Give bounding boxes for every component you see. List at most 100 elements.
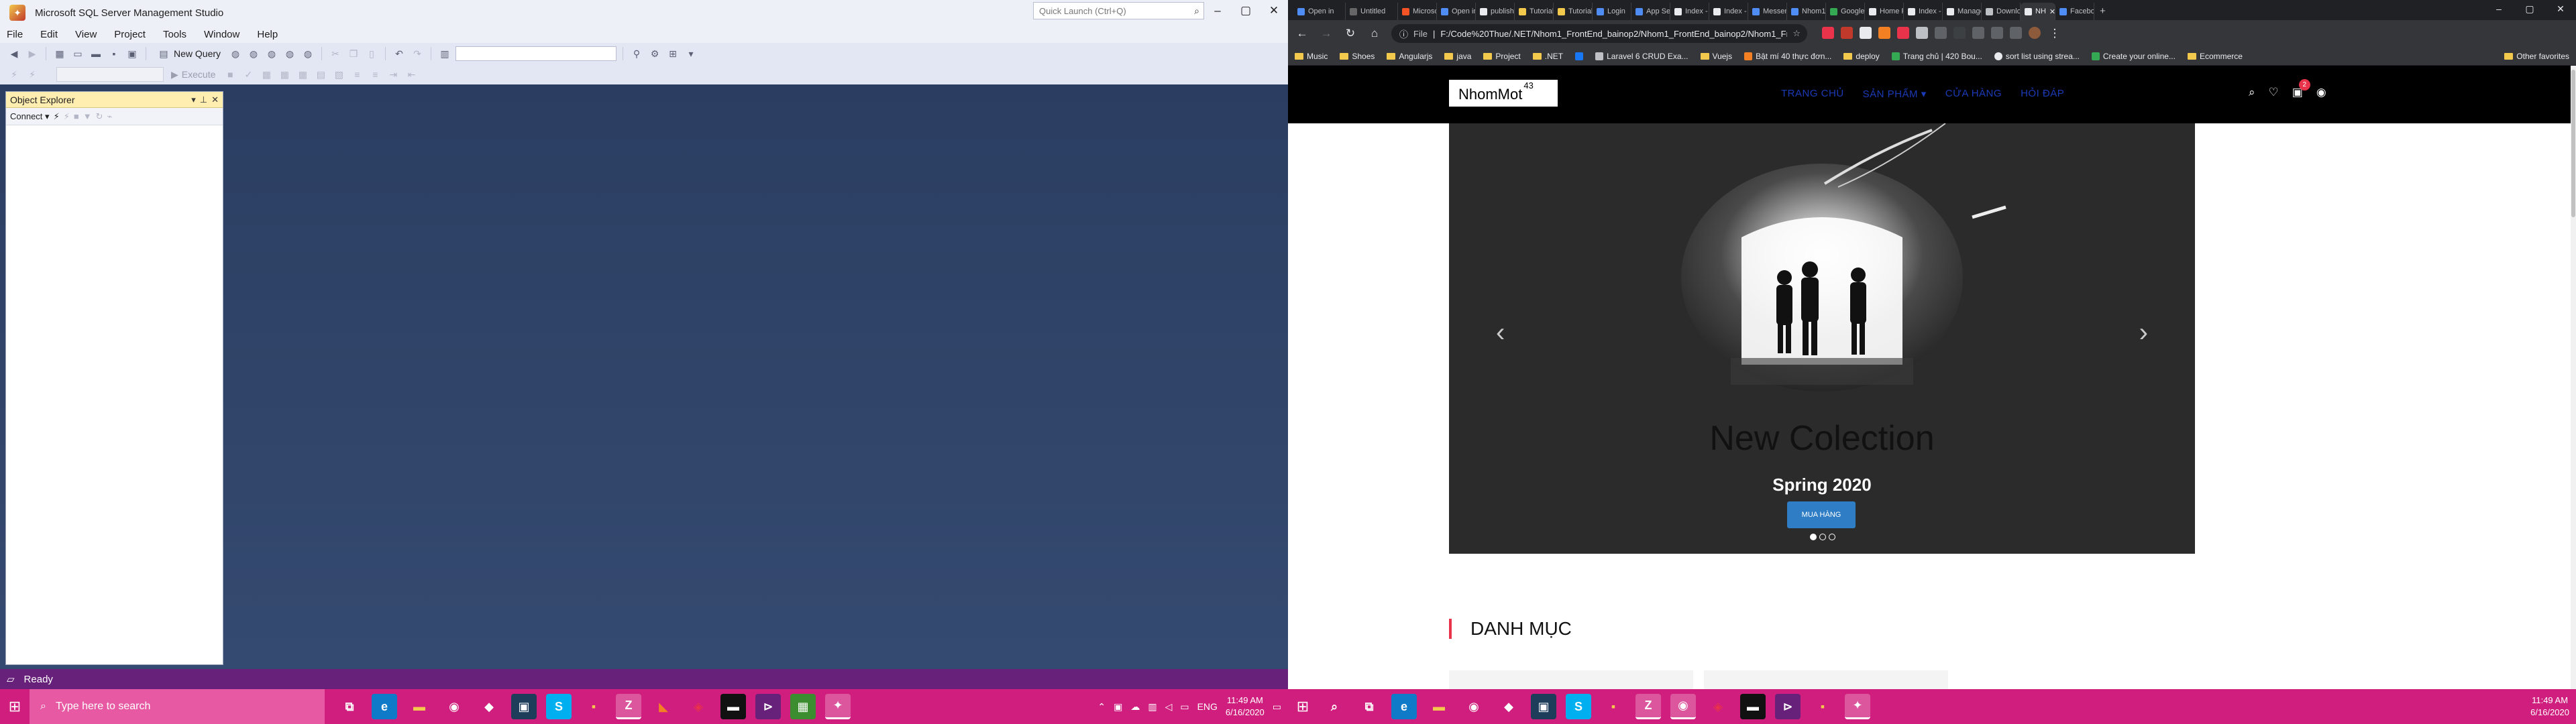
tab[interactable]: Manage — [1943, 3, 1982, 20]
bookmark-folder[interactable]: Project — [1483, 52, 1521, 61]
search-icon[interactable]: ⌕ — [1322, 694, 1347, 719]
extension-icon[interactable] — [1841, 27, 1853, 39]
chrome-icon[interactable]: ◉ — [1461, 694, 1487, 719]
category-card[interactable] — [1704, 670, 1948, 689]
connect-plug-icon[interactable]: ⚡ — [54, 111, 60, 122]
stop-square-icon[interactable]: ■ — [74, 111, 79, 121]
file-explorer-icon[interactable]: ▬ — [407, 694, 432, 719]
panel-close-icon[interactable]: ✕ — [211, 95, 219, 105]
back-icon[interactable]: ◀ — [7, 47, 21, 60]
omnibox[interactable]: ⓘ File | F:/Code%20Thue/.NET/Nhom1_Front… — [1391, 24, 1807, 43]
bookmark-link[interactable]: sort list using strea... — [1994, 52, 2080, 61]
query-db-icon[interactable]: ◍ — [228, 47, 243, 60]
nav-products[interactable]: SẢN PHẨM ▾ — [1863, 88, 1927, 100]
task-view-icon[interactable]: ⧉ — [337, 694, 362, 719]
carousel-dot[interactable] — [1810, 534, 1817, 540]
results-text-icon[interactable]: ▤ — [313, 68, 328, 81]
chrome-maximize-button[interactable]: ▢ — [2514, 0, 2545, 17]
tab-close-icon[interactable]: ✕ — [2049, 7, 2055, 16]
tab[interactable]: Downlo — [1982, 3, 2021, 20]
indent-icon[interactable]: ⇥ — [386, 68, 400, 81]
find-icon[interactable]: ⚲ — [629, 47, 644, 60]
scrollbar-thumb[interactable] — [2571, 70, 2575, 217]
tab[interactable]: Tutorial — [1554, 3, 1593, 20]
carousel-dot[interactable] — [1819, 534, 1826, 540]
extension-icon[interactable] — [1897, 27, 1909, 39]
bookmark-folder[interactable]: Angularjs — [1387, 52, 1432, 61]
tab[interactable]: Nhom1 — [1787, 3, 1826, 20]
new-file-icon[interactable]: ▭ — [70, 47, 85, 60]
menu-file[interactable]: File — [7, 29, 23, 40]
activity-monitor-icon[interactable]: ▥ — [437, 47, 452, 60]
extension-icon[interactable] — [1916, 27, 1928, 39]
menu-window[interactable]: Window — [204, 29, 239, 40]
cut-icon[interactable]: ✂ — [328, 47, 343, 60]
tab[interactable]: Untitled — [1346, 3, 1398, 20]
bookmark-star-icon[interactable]: ☆ — [1792, 28, 1801, 39]
sticky-notes-icon[interactable]: ▪ — [1601, 694, 1626, 719]
windows-start-button[interactable]: ⊞ — [0, 689, 30, 724]
toolbox-icon[interactable]: ⊞ — [665, 47, 680, 60]
query-analysis-icon[interactable]: ◍ — [246, 47, 261, 60]
home-icon[interactable]: ⌂ — [1367, 27, 1382, 40]
chrome-icon[interactable]: ◉ — [441, 694, 467, 719]
close-button[interactable]: ✕ — [1260, 0, 1288, 23]
cart-icon[interactable]: ▣ 2 — [2292, 79, 2310, 99]
heart-icon[interactable]: ♡ — [2269, 86, 2279, 99]
results-file-icon[interactable]: ▧ — [331, 68, 346, 81]
notification-icon[interactable]: ▭ — [1273, 701, 1281, 713]
volume-icon[interactable]: ◁ — [1165, 701, 1173, 713]
zalo-icon[interactable]: Z — [616, 694, 641, 719]
menu-tools[interactable]: Tools — [163, 29, 186, 40]
onedrive-icon[interactable]: ☁ — [1130, 701, 1140, 713]
category-card[interactable] — [1449, 670, 1693, 689]
tab[interactable]: Index - — [1904, 3, 1943, 20]
terminal-icon[interactable]: ▣ — [1531, 694, 1556, 719]
reload-icon[interactable]: ↻ — [1343, 27, 1358, 40]
edge-icon[interactable]: e — [1391, 694, 1417, 719]
refresh-icon[interactable]: ↻ — [96, 111, 103, 122]
bookmark-link[interactable]: Laravel 6 CRUD Exa... — [1595, 52, 1688, 61]
extension-icon[interactable] — [1878, 27, 1890, 39]
tray-chevron-icon[interactable]: ⌃ — [1097, 701, 1106, 713]
database-dropdown[interactable] — [56, 67, 164, 82]
info-icon[interactable]: ⓘ — [1399, 27, 1408, 40]
redo-icon[interactable]: ↷ — [410, 47, 425, 60]
ssms-taskbar-icon[interactable]: ✦ — [825, 694, 851, 719]
taskbar-search-box[interactable]: ⌕ Type here to search — [30, 689, 325, 724]
bookmark-link[interactable]: Trang chủ | 420 Bou... — [1891, 52, 1982, 61]
tab[interactable]: Index - — [1670, 3, 1709, 20]
zalo-icon[interactable]: Z — [1635, 694, 1661, 719]
windows-start-button[interactable]: ⊞ — [1288, 689, 1318, 724]
panel-dropdown-icon[interactable]: ▾ — [191, 95, 196, 105]
back-arrow-icon[interactable]: ← — [1295, 27, 1309, 40]
bookmark-folder[interactable]: java — [1444, 52, 1471, 61]
stop-icon[interactable]: ■ — [223, 68, 237, 81]
clock[interactable]: 11:49 AM 6/16/2020 — [2530, 695, 2569, 719]
task-view-icon[interactable]: ⧉ — [1356, 694, 1382, 719]
forward-icon[interactable]: ▶ — [25, 47, 40, 60]
menu-help[interactable]: Help — [257, 29, 278, 40]
tab[interactable]: Home P — [1865, 3, 1904, 20]
language-indicator[interactable]: ENG — [1197, 701, 1218, 712]
skype-icon[interactable]: S — [1566, 694, 1591, 719]
new-tab-button[interactable]: + — [2094, 3, 2111, 20]
disconnect-icon[interactable]: ⚡ — [25, 68, 40, 81]
nav-faq[interactable]: HỎI ĐÁP — [2021, 88, 2064, 100]
properties-icon[interactable]: ⚙ — [647, 47, 662, 60]
other-favorites[interactable]: Other favorites — [2504, 52, 2569, 61]
terminal-icon[interactable]: ▣ — [511, 694, 537, 719]
tab[interactable]: Open in — [1437, 3, 1476, 20]
new-query-button[interactable]: ▤ New Query — [152, 47, 225, 60]
copy-icon[interactable]: ❐ — [346, 47, 361, 60]
search-icon[interactable]: ⌕ — [2249, 86, 2255, 99]
activity-icon[interactable]: ⌁ — [107, 111, 112, 122]
disconnect-plug-icon[interactable]: ⚡ — [64, 111, 70, 122]
outdent-icon[interactable]: ⇤ — [404, 68, 419, 81]
bookmark-facebook[interactable] — [1575, 52, 1584, 60]
bookmark-folder[interactable]: deploy — [1843, 52, 1880, 61]
user-icon[interactable]: ◉ — [2316, 86, 2326, 99]
git-icon[interactable]: ◈ — [1705, 694, 1731, 719]
bookmark-folder[interactable]: .NET — [1532, 52, 1563, 61]
tab[interactable]: Tutorial — [1515, 3, 1554, 20]
